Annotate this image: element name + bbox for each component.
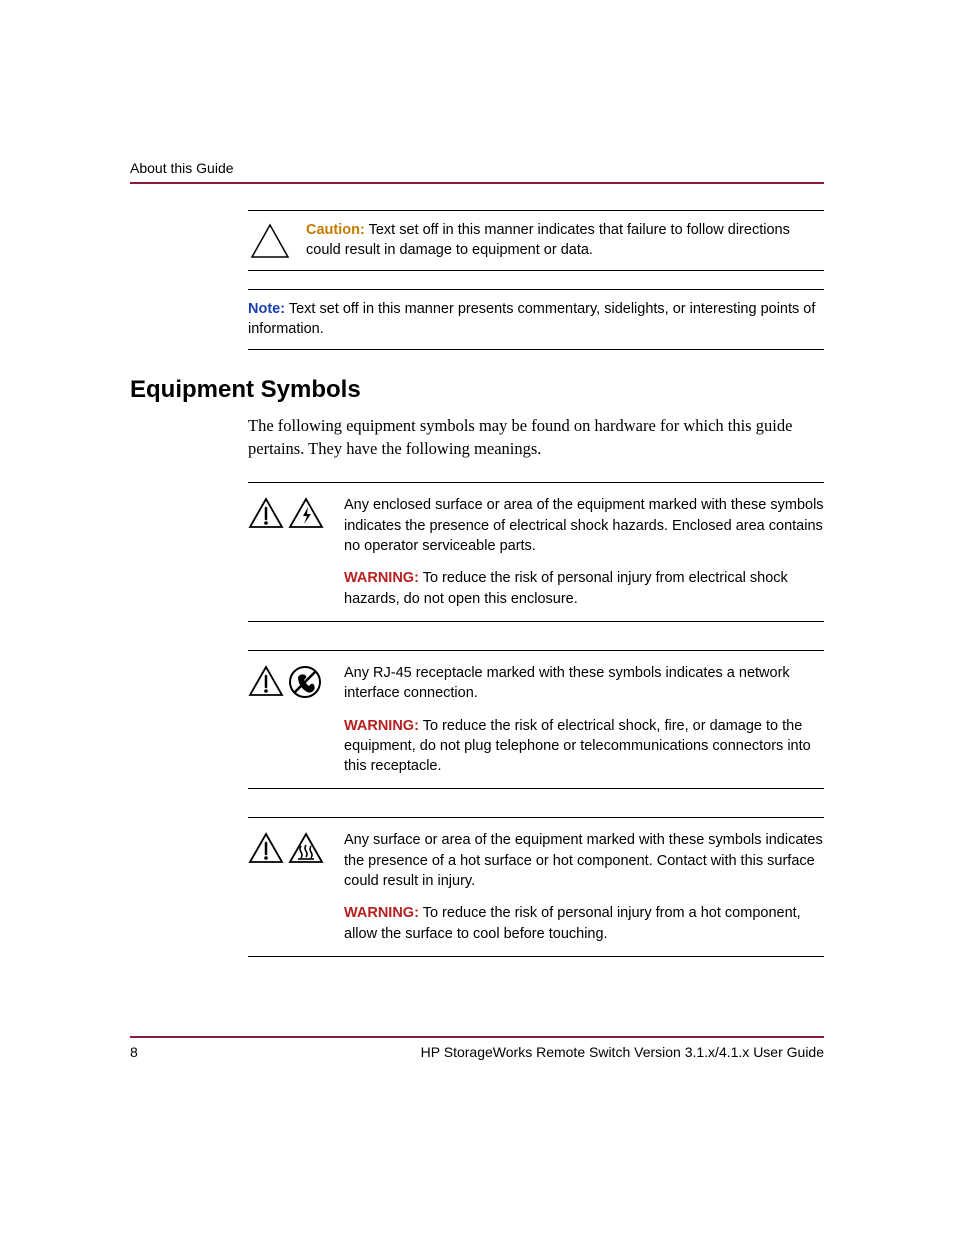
page-number: 8 <box>130 1044 138 1060</box>
caution-callout: Caution: Text set off in this manner ind… <box>248 210 824 271</box>
note-body: Text set off in this manner presents com… <box>248 301 815 337</box>
caution-body: Text set off in this manner indicates th… <box>306 222 790 258</box>
shock-desc: Any enclosed surface or area of the equi… <box>344 495 824 556</box>
section-intro: The following equipment symbols may be f… <box>248 414 824 460</box>
hot-desc: Any surface or area of the equipment mar… <box>344 830 824 891</box>
header-rule <box>130 182 824 184</box>
exclamation-triangle-icon <box>248 832 284 864</box>
page: About this Guide Caution: Text set off i… <box>0 0 954 1235</box>
running-head-text: About this Guide <box>130 160 824 176</box>
caution-triangle-icon <box>248 221 292 260</box>
section-heading: Equipment Symbols <box>130 376 824 404</box>
shock-icons <box>248 495 328 608</box>
note-text: Note: Text set off in this manner presen… <box>248 300 824 339</box>
warning-label: WARNING: <box>344 718 419 734</box>
caution-label: Caution: <box>306 222 365 238</box>
symbol-block-shock: Any enclosed surface or area of the equi… <box>248 482 824 621</box>
exclamation-triangle-icon <box>248 497 284 529</box>
symbol-block-rj45: Any RJ-45 receptacle marked with these s… <box>248 650 824 789</box>
lightning-triangle-icon <box>288 497 324 529</box>
content-area: Caution: Text set off in this manner ind… <box>130 210 824 985</box>
shock-warning: WARNING: To reduce the risk of personal … <box>344 568 824 609</box>
rj45-icons <box>248 663 328 776</box>
running-head: About this Guide <box>130 160 824 184</box>
warning-label: WARNING: <box>344 905 419 921</box>
exclamation-triangle-icon <box>248 665 284 697</box>
caution-text: Caution: Text set off in this manner ind… <box>306 221 824 260</box>
shock-text: Any enclosed surface or area of the equi… <box>344 495 824 608</box>
note-label: Note: <box>248 301 285 317</box>
footer-row: 8 HP StorageWorks Remote Switch Version … <box>130 1044 824 1060</box>
warning-label: WARNING: <box>344 570 419 586</box>
hot-text: Any surface or area of the equipment mar… <box>344 830 824 943</box>
hot-surface-triangle-icon <box>288 832 324 864</box>
footer-doc-title: HP StorageWorks Remote Switch Version 3.… <box>421 1044 824 1060</box>
hot-warning: WARNING: To reduce the risk of personal … <box>344 903 824 944</box>
symbol-block-hot: Any surface or area of the equipment mar… <box>248 817 824 956</box>
rj45-text: Any RJ-45 receptacle marked with these s… <box>344 663 824 776</box>
footer: 8 HP StorageWorks Remote Switch Version … <box>130 1036 824 1060</box>
note-callout: Note: Text set off in this manner presen… <box>248 289 824 350</box>
rj45-warning: WARNING: To reduce the risk of electrica… <box>344 716 824 777</box>
hot-icons <box>248 830 328 943</box>
footer-rule <box>130 1036 824 1038</box>
rj45-desc: Any RJ-45 receptacle marked with these s… <box>344 663 824 704</box>
no-telephone-icon <box>288 665 322 699</box>
